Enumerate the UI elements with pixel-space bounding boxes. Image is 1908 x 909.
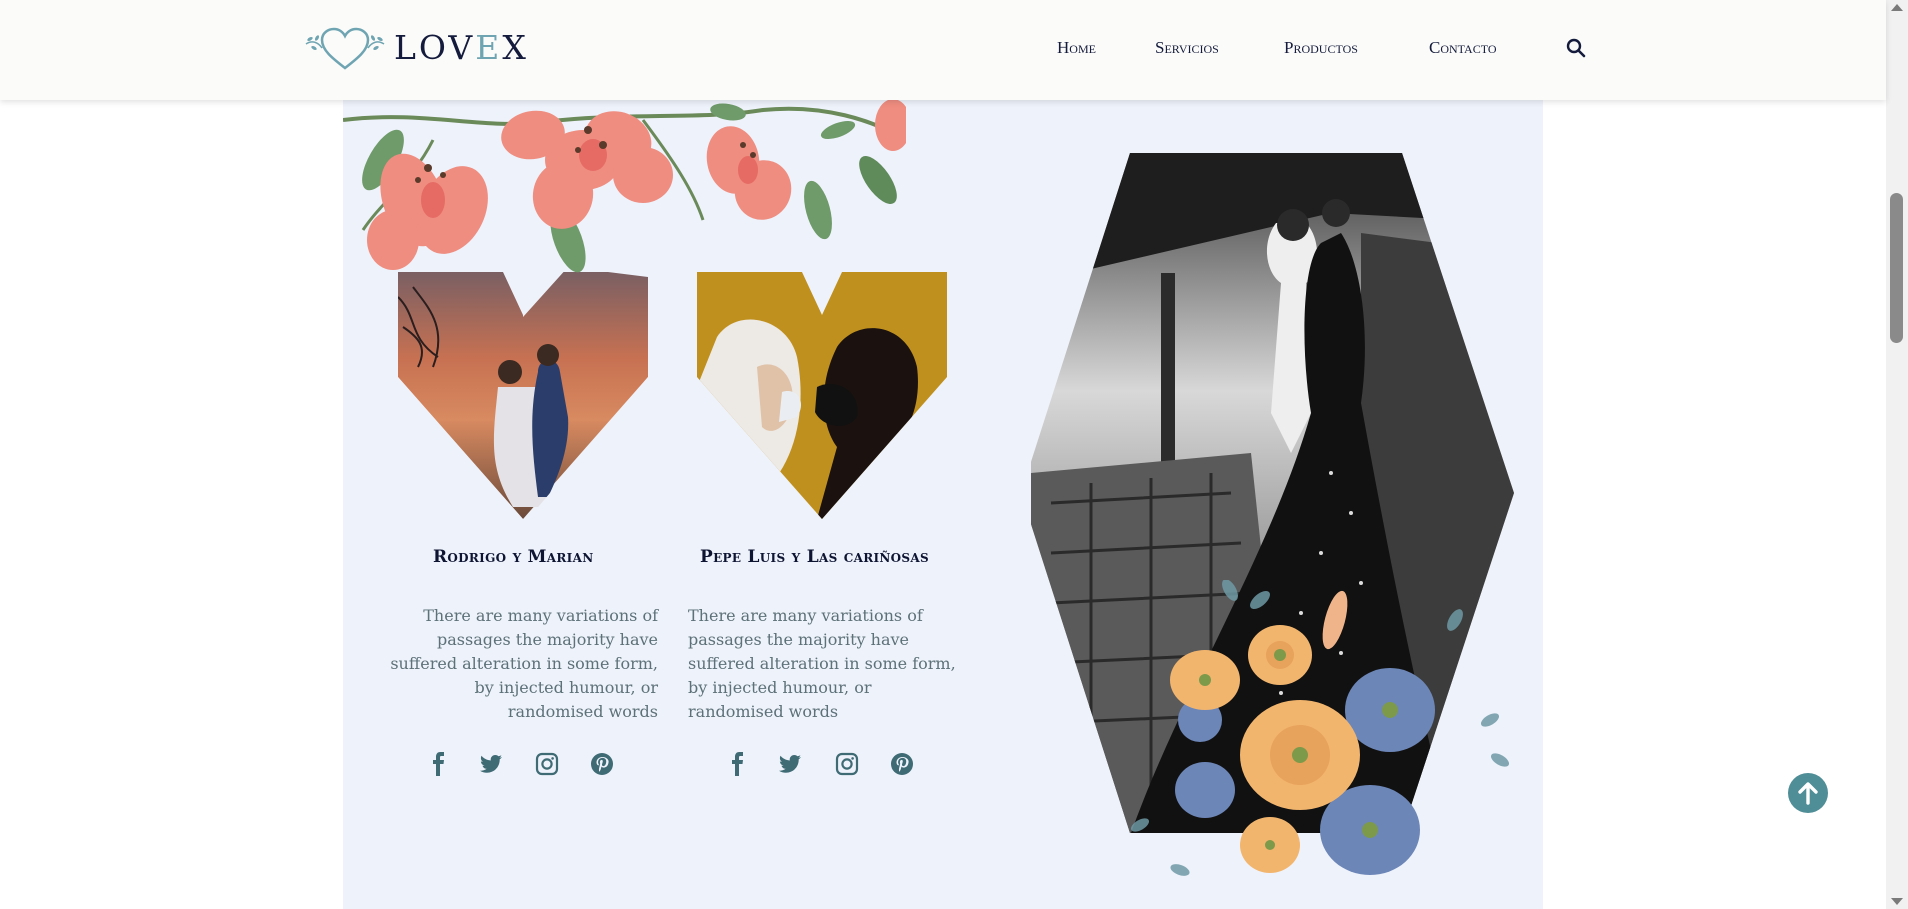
scroll-down-arrow[interactable] (1891, 898, 1903, 905)
twitter-icon[interactable] (778, 752, 802, 776)
nav-home[interactable]: Home (1057, 38, 1096, 58)
instagram-icon[interactable] (835, 752, 859, 776)
pinterest-icon[interactable] (590, 752, 614, 776)
facebook-icon[interactable] (726, 752, 750, 776)
nav-servicios[interactable]: Servicios (1155, 38, 1219, 58)
couple-name-2: Pepe Luis y Las cariñosas (700, 547, 929, 567)
couple-name-1: Rodrigo y Marian (433, 547, 594, 567)
search-icon[interactable] (1565, 37, 1587, 59)
instagram-icon[interactable] (535, 752, 559, 776)
facebook-icon[interactable] (427, 752, 451, 776)
back-to-top-button[interactable] (1788, 773, 1828, 813)
scroll-up-arrow[interactable] (1891, 4, 1903, 11)
arrow-up-icon (1792, 777, 1824, 809)
couple-description-2: There are many variations of passages th… (688, 606, 956, 721)
main-nav: Home Servicios Productos Contacto (0, 0, 1886, 100)
scroll-thumb[interactable] (1890, 193, 1903, 343)
site-header: LOVEX Home Servicios Productos Contacto (0, 0, 1886, 100)
nav-productos[interactable]: Productos (1284, 38, 1358, 58)
twitter-icon[interactable] (479, 752, 503, 776)
couple-photo-sunset (398, 272, 648, 519)
floral-decoration (343, 100, 906, 273)
couple-description-1: There are many variations of passages th… (390, 606, 658, 721)
flower-bouquet-decoration (1130, 580, 1510, 876)
couple-photo-masks (697, 272, 947, 519)
nav-contacto[interactable]: Contacto (1429, 38, 1497, 58)
pinterest-icon[interactable] (890, 752, 914, 776)
page-scrollbar[interactable] (1886, 0, 1908, 909)
